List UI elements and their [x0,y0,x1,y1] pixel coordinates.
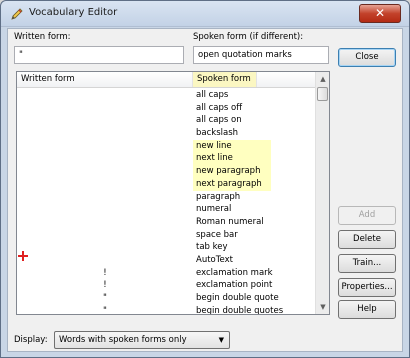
list-item[interactable]: Roman numeral [17,216,315,229]
pencil-icon [11,8,23,20]
list-item[interactable]: next paragraph [17,177,315,191]
list-item[interactable]: paragraph [17,191,315,204]
list-item-written-form: ! [103,267,107,278]
display-label: Display: [14,335,48,345]
list-item[interactable]: all caps on [17,114,315,127]
list-item[interactable]: next line [17,152,315,166]
list-item[interactable]: new paragraph [17,165,315,178]
list-item-written-form: ! [103,280,107,291]
scroll-up-icon[interactable]: ▲ [316,72,329,86]
list-item[interactable]: ! exclamation point [17,279,315,292]
list-item-spoken-form: exclamation mark [196,267,273,278]
window-title: Vocabulary Editor [29,7,118,18]
title-bar[interactable]: Vocabulary Editor ✕ [1,1,409,27]
list-item-spoken-form: space bar [196,229,238,240]
delete-button[interactable]: Delete [338,230,396,249]
vocabulary-list[interactable]: Written form Spoken form all caps all cap… [16,71,330,315]
list-item-spoken-form: Roman numeral [196,216,264,227]
help-button[interactable]: Help [338,300,396,319]
list-item-spoken-form: AutoText [196,254,233,265]
list-item-spoken-form: numeral [196,204,232,215]
display-selected-value: Words with spoken forms only [59,335,187,345]
column-header-spoken-form[interactable]: Spoken form [193,72,257,87]
list-item[interactable]: all caps [17,89,315,102]
list-item[interactable]: new line [17,139,315,153]
list-item[interactable]: space bar [17,229,315,242]
list-item-spoken-form: next paragraph [193,177,271,191]
spoken-form-label: Spoken form (if different): [193,32,304,42]
list-item-spoken-form: paragraph [196,191,241,202]
spoken-form-input[interactable]: open quotation marks [193,46,329,64]
list-item-spoken-form: all caps off [196,102,243,113]
train-button[interactable]: Train... [338,254,396,273]
list-item-spoken-form: all caps on [196,115,242,126]
properties-button[interactable]: Properties... [338,278,396,297]
list-item-spoken-form: backslash [196,128,239,139]
list-item[interactable]: " begin double quote [17,292,315,305]
list-item-spoken-form: next line [193,152,271,166]
list-item[interactable]: ! exclamation mark [17,267,315,280]
list-item-written-form: " [103,305,107,315]
written-form-label: Written form: [14,32,71,42]
close-button[interactable]: Close [338,48,396,67]
list-item-spoken-form: new paragraph [193,165,271,178]
list-header: Written form Spoken form [17,72,315,88]
list-item-spoken-form: exclamation point [196,280,273,291]
scroll-down-icon[interactable]: ▼ [316,300,329,314]
list-item-spoken-form: begin double quotes [196,305,284,315]
list-item-spoken-form: begin double quote [196,293,279,303]
list-item-spoken-form: new line [193,139,271,153]
written-form-input[interactable]: " [14,46,184,64]
plus-cursor-icon [18,251,28,261]
list-item[interactable]: all caps off [17,102,315,115]
dialog-client-area: Written form: " Spoken form (if differen… [7,28,403,352]
list-scrollbar[interactable]: ▲ ▼ [315,72,329,314]
window-close-button[interactable]: ✕ [359,4,401,23]
column-header-written-form[interactable]: Written form [17,72,193,87]
scroll-thumb[interactable] [317,87,328,101]
list-item-written-form: " [103,293,107,303]
list-rows: all caps all caps off all caps on backslash… [17,89,315,315]
list-item-spoken-form: tab key [196,242,228,253]
display-select[interactable]: Words with spoken forms only ▼ [54,331,230,349]
list-item[interactable]: backslash [17,127,315,140]
list-item[interactable]: tab key [17,241,315,254]
vocabulary-editor-window: Vocabulary Editor ✕ Written form: " Spok… [0,0,410,358]
chevron-down-icon: ▼ [218,336,224,344]
list-item[interactable]: " begin double quotes [17,305,315,315]
add-button[interactable]: Add [338,206,396,225]
list-item[interactable]: AutoText [17,254,315,267]
list-item[interactable]: numeral [17,203,315,216]
list-item-spoken-form: all caps [196,90,229,100]
